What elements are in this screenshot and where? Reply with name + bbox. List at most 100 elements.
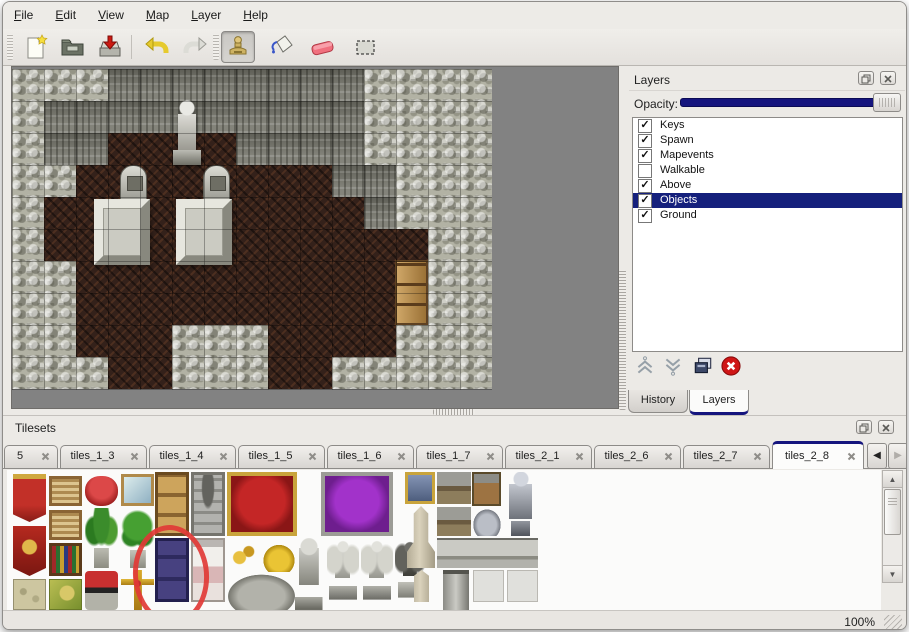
layer-visibility-checkbox[interactable]: ✓: [638, 134, 652, 148]
map-tile[interactable]: [332, 133, 364, 165]
duplicate-layer-button[interactable]: [691, 355, 715, 379]
map-tile[interactable]: [108, 261, 140, 293]
map-tile[interactable]: [140, 293, 172, 325]
map-tile[interactable]: [76, 101, 108, 133]
map-tile[interactable]: [236, 229, 268, 261]
layer-visibility-checkbox[interactable]: ✓: [638, 209, 652, 223]
float-tilesets-button[interactable]: [856, 420, 872, 434]
map-tile[interactable]: [332, 165, 364, 197]
tab-close-icon[interactable]: [397, 452, 406, 461]
map-tile[interactable]: [460, 293, 492, 325]
map-tile[interactable]: [44, 229, 76, 261]
map-tile[interactable]: [332, 357, 364, 389]
menu-help[interactable]: Help: [236, 2, 275, 27]
map-tile[interactable]: [460, 229, 492, 261]
map-tile[interactable]: [44, 101, 76, 133]
map-tile[interactable]: [428, 229, 460, 261]
tileset-tab-tiles_1_5[interactable]: tiles_1_5: [238, 445, 325, 469]
map-tile[interactable]: [108, 357, 140, 389]
map-tile[interactable]: [204, 69, 236, 101]
map-tile[interactable]: [108, 293, 140, 325]
map-tile[interactable]: [428, 101, 460, 133]
tileset-tab-5[interactable]: 5: [4, 445, 58, 469]
map-tile[interactable]: [140, 101, 172, 133]
move-layer-up-button[interactable]: [633, 355, 657, 379]
scroll-down-button[interactable]: ▼: [883, 565, 902, 582]
palette-tile-banner_red[interactable]: [13, 474, 46, 522]
map-tile[interactable]: [172, 69, 204, 101]
palette-tile-mirror[interactable]: [121, 474, 154, 506]
map-tile[interactable]: [364, 229, 396, 261]
map-tile[interactable]: [140, 69, 172, 101]
map-tile[interactable]: [460, 101, 492, 133]
palette-tile-throne_red[interactable]: [227, 472, 297, 536]
palette-tile-portrait[interactable]: [405, 472, 435, 504]
map-tile[interactable]: [460, 165, 492, 197]
map-tile[interactable]: [172, 293, 204, 325]
map-tile[interactable]: [300, 293, 332, 325]
map-tile[interactable]: [396, 165, 428, 197]
tab-close-icon[interactable]: [130, 452, 139, 461]
map-tile[interactable]: [364, 197, 396, 229]
map-tile[interactable]: [44, 197, 76, 229]
fill-tool-button[interactable]: [266, 32, 296, 62]
layer-visibility-checkbox[interactable]: ✓: [638, 119, 652, 133]
map-tile[interactable]: [236, 133, 268, 165]
tileset-tab-tiles_2_7[interactable]: tiles_2_7: [683, 445, 770, 469]
palette-tile-cushion[interactable]: [85, 476, 118, 506]
map-object-statue[interactable]: [170, 99, 204, 165]
map-tile[interactable]: [140, 325, 172, 357]
map-tile[interactable]: [300, 325, 332, 357]
map-tile[interactable]: [332, 69, 364, 101]
close-tilesets-button[interactable]: [878, 420, 894, 434]
palette-tile-stool[interactable]: [85, 571, 118, 610]
map-tile[interactable]: [44, 165, 76, 197]
map-tile[interactable]: [76, 293, 108, 325]
palette-tile-obelisk[interactable]: [407, 506, 435, 568]
map-content[interactable]: [12, 69, 492, 389]
palette-tile-gate_stone[interactable]: [191, 472, 225, 536]
map-tile[interactable]: [236, 325, 268, 357]
map-tile[interactable]: [364, 69, 396, 101]
map-tile[interactable]: [268, 261, 300, 293]
map-tile[interactable]: [364, 133, 396, 165]
tab-close-icon[interactable]: [219, 452, 228, 461]
palette-tile-banner_red2[interactable]: [13, 526, 46, 576]
palette-tile-bench[interactable]: [437, 507, 471, 536]
palette-tile-chain[interactable]: [227, 540, 260, 572]
opacity-slider-track[interactable]: [680, 98, 901, 107]
map-tile[interactable]: [428, 69, 460, 101]
layer-visibility-checkbox[interactable]: [638, 164, 652, 178]
palette-scrollbar[interactable]: ▲ ▼: [882, 470, 903, 583]
map-tile[interactable]: [428, 261, 460, 293]
palette-tile-throne_purple[interactable]: [321, 472, 393, 536]
map-tile[interactable]: [332, 101, 364, 133]
tileset-tab-tiles_2_8[interactable]: tiles_2_8: [772, 441, 864, 469]
layer-row-objects[interactable]: ✓Objects: [633, 193, 902, 208]
map-tile[interactable]: [236, 101, 268, 133]
map-tile[interactable]: [172, 261, 204, 293]
map-tile[interactable]: [140, 357, 172, 389]
menu-map[interactable]: Map: [139, 2, 176, 27]
resize-grip[interactable]: [884, 615, 902, 630]
tab-close-icon[interactable]: [664, 452, 673, 461]
map-tile[interactable]: [236, 69, 268, 101]
map-tile[interactable]: [300, 229, 332, 261]
tileset-palette[interactable]: [7, 470, 881, 610]
map-tile[interactable]: [268, 133, 300, 165]
palette-tile-knight[interactable]: [505, 472, 537, 536]
palette-tile-loom[interactable]: [49, 476, 82, 506]
map-tile[interactable]: [12, 229, 44, 261]
open-map-button[interactable]: [58, 32, 88, 62]
map-tile[interactable]: [76, 133, 108, 165]
tileset-tab-tiles_1_4[interactable]: tiles_1_4: [149, 445, 236, 469]
tab-close-icon[interactable]: [308, 452, 317, 461]
eraser-tool-button[interactable]: [308, 32, 338, 62]
menu-layer[interactable]: Layer: [184, 2, 228, 27]
map-tile[interactable]: [44, 293, 76, 325]
map-tile[interactable]: [268, 357, 300, 389]
map-tile[interactable]: [364, 357, 396, 389]
map-tile[interactable]: [236, 165, 268, 197]
map-tile[interactable]: [44, 133, 76, 165]
scrollbar-thumb[interactable]: [884, 489, 901, 535]
